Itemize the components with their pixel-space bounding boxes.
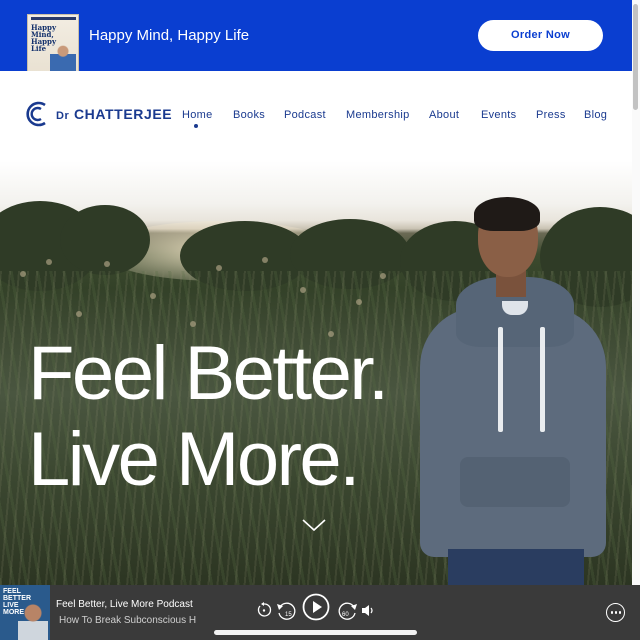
logo-icon[interactable] [24,99,48,129]
forward-60-icon[interactable]: 60 [336,601,358,620]
hero-headline-line-1: Feel Better. [28,331,389,416]
site-logo-text[interactable]: Dr CHATTERJEE [56,106,172,122]
nav-item-press[interactable]: Press [536,109,566,121]
podcast-cover-art[interactable]: FEEL BETTER LIVE MORE [0,585,50,640]
promo-banner: Happy Mind, Happy Life Happy Mind, Happy… [0,0,640,71]
thistle [46,259,52,265]
volume-icon[interactable] [361,604,375,617]
episode-title: How To Break Subconscious H [59,615,197,626]
nav-item-blog[interactable]: Blog [584,109,607,121]
nav-item-books[interactable]: Books [233,109,265,121]
nav-item-about[interactable]: About [429,109,459,121]
thistle [190,321,196,327]
podcast-host-photo [18,603,48,640]
hero-headline-line-2: Live More. [28,417,360,502]
thistle [104,261,110,267]
hair [474,197,540,231]
thistle [216,265,222,271]
logo-prefix: Dr [56,110,70,122]
thistle [300,287,306,293]
replay-icon[interactable] [256,602,272,618]
scroll-down-chevron-icon[interactable] [300,516,328,534]
home-indicator[interactable] [214,630,417,635]
nav-item-home[interactable]: Home [182,109,213,121]
thistle [20,271,26,277]
podcast-title: Feel Better, Live More Podcast [56,599,193,610]
rewind-seconds-label: 15 [285,612,292,618]
promo-book-title: Happy Mind, Happy Life [89,27,250,44]
nav-item-membership[interactable]: Membership [346,109,410,121]
hero-person [412,197,612,585]
jeans [448,549,584,585]
hoodie-string [540,327,545,432]
thistle [262,257,268,263]
nav-item-events[interactable]: Events [481,109,516,121]
thistle [76,311,82,317]
nav-item-podcast[interactable]: Podcast [284,109,326,121]
more-options-icon[interactable] [606,603,625,622]
forward-seconds-label: 60 [342,612,349,618]
logo-name: CHATTERJEE [73,106,173,122]
play-button[interactable] [302,593,330,621]
scrollbar-thumb[interactable] [633,4,638,110]
thistle [356,299,362,305]
cover-author-strip [31,17,76,20]
active-indicator-dot [194,124,198,128]
cover-author-photo [50,44,76,71]
hoodie-pocket [460,457,570,507]
book-cover-thumbnail[interactable]: Happy Mind, Happy Life [27,14,79,71]
rewind-15-icon[interactable]: 15 [276,601,298,620]
order-now-button[interactable]: Order Now [478,20,603,51]
t-shirt-collar [502,301,528,315]
hoodie-string [498,327,503,432]
thistle [380,273,386,279]
thistle [150,293,156,299]
